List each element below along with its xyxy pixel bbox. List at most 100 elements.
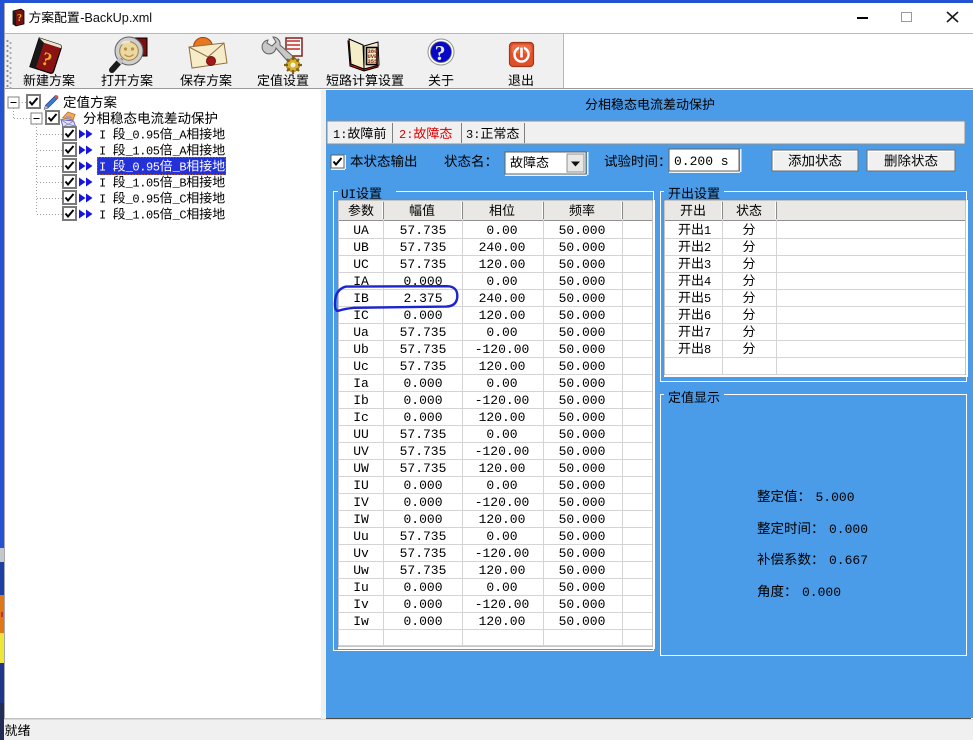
svg-text:50.000: 50.000 <box>559 342 606 357</box>
svg-text:Uv: Uv <box>353 546 369 561</box>
svg-text:0.000: 0.000 <box>404 597 443 612</box>
svg-text:_1.05: _1.05 <box>125 145 160 159</box>
svg-text:0.200 s: 0.200 s <box>674 154 729 169</box>
svg-text:57.735: 57.735 <box>400 461 447 476</box>
svg-text:UU: UU <box>353 427 369 442</box>
svg-text:50.000: 50.000 <box>559 580 606 595</box>
svg-text:0.00: 0.00 <box>486 376 517 391</box>
svg-text:Ic: Ic <box>353 410 369 425</box>
svg-text:0.000: 0.000 <box>404 580 443 595</box>
svg-text:57.735: 57.735 <box>400 529 447 544</box>
svg-text:50.000: 50.000 <box>559 461 606 476</box>
svg-text:50.000: 50.000 <box>559 223 606 238</box>
svg-text:50.000: 50.000 <box>559 257 606 272</box>
svg-text:3: 3 <box>704 258 711 272</box>
svg-text:7: 7 <box>704 326 711 340</box>
svg-text:240.00: 240.00 <box>479 291 526 306</box>
svg-text:IV: IV <box>353 495 369 510</box>
svg-text:-120.00: -120.00 <box>475 495 530 510</box>
svg-text:50.000: 50.000 <box>559 563 606 578</box>
svg-text:Iu: Iu <box>353 580 369 595</box>
svg-text:1:: 1: <box>333 128 347 142</box>
svg-text:_0.95: _0.95 <box>125 193 160 207</box>
svg-text:?: ? <box>435 41 446 65</box>
svg-text:Uw: Uw <box>353 563 369 578</box>
svg-text:120.00: 120.00 <box>479 614 526 629</box>
svg-text:-BackUp.xml: -BackUp.xml <box>80 11 152 25</box>
svg-text:5: 5 <box>704 292 711 306</box>
svg-text:0.000: 0.000 <box>802 585 841 600</box>
svg-text:-120.00: -120.00 <box>475 393 530 408</box>
svg-text:50.000: 50.000 <box>559 597 606 612</box>
svg-text:0.00: 0.00 <box>486 529 517 544</box>
svg-text:120.00: 120.00 <box>479 512 526 527</box>
svg-text:I: I <box>99 145 113 159</box>
svg-text:50.000: 50.000 <box>559 495 606 510</box>
svg-text:120.00: 120.00 <box>479 257 526 272</box>
svg-text:57.735: 57.735 <box>400 427 447 442</box>
svg-text:Ib: Ib <box>353 393 369 408</box>
svg-text:57.735: 57.735 <box>400 342 447 357</box>
svg-text:0.00: 0.00 <box>486 580 517 595</box>
svg-text:0.000: 0.000 <box>404 410 443 425</box>
svg-text:_A: _A <box>172 129 188 143</box>
svg-text:0.000: 0.000 <box>404 376 443 391</box>
svg-text:-120.00: -120.00 <box>475 546 530 561</box>
svg-text:57.735: 57.735 <box>400 325 447 340</box>
svg-text:I: I <box>99 129 113 143</box>
svg-text:50.000: 50.000 <box>559 512 606 527</box>
svg-text:2: 2 <box>704 241 711 255</box>
svg-text:UV: UV <box>353 444 369 459</box>
svg-text:57.735: 57.735 <box>400 359 447 374</box>
svg-text:50.000: 50.000 <box>559 291 606 306</box>
svg-text:355: 355 <box>368 58 379 65</box>
svg-text:Uc: Uc <box>353 359 369 374</box>
svg-text:I: I <box>99 161 113 175</box>
svg-text:2.375: 2.375 <box>404 291 443 306</box>
svg-text:0.00: 0.00 <box>486 274 517 289</box>
svg-text:57.735: 57.735 <box>400 546 447 561</box>
svg-text:2:: 2: <box>399 128 413 142</box>
svg-text:50.000: 50.000 <box>559 240 606 255</box>
svg-text:50.000: 50.000 <box>559 393 606 408</box>
svg-text:50.000: 50.000 <box>559 359 606 374</box>
svg-text:-120.00: -120.00 <box>475 444 530 459</box>
svg-text:Ub: Ub <box>353 342 369 357</box>
svg-text:Uu: Uu <box>353 529 369 544</box>
svg-text:5.000: 5.000 <box>816 490 855 505</box>
svg-text:_0.95: _0.95 <box>125 129 160 143</box>
svg-text:50.000: 50.000 <box>559 529 606 544</box>
svg-text:120.00: 120.00 <box>479 461 526 476</box>
svg-text:-120.00: -120.00 <box>475 597 530 612</box>
svg-text:_A: _A <box>172 145 188 159</box>
svg-text:IW: IW <box>353 512 369 527</box>
svg-text:IU: IU <box>353 478 369 493</box>
svg-text:IB: IB <box>353 291 369 306</box>
svg-text:57.735: 57.735 <box>400 240 447 255</box>
svg-text:57.735: 57.735 <box>400 257 447 272</box>
svg-text:-120.00: -120.00 <box>475 342 530 357</box>
svg-text:0.00: 0.00 <box>486 325 517 340</box>
svg-text:50.000: 50.000 <box>559 410 606 425</box>
svg-text:4: 4 <box>704 275 711 289</box>
svg-text:_1.05: _1.05 <box>125 209 160 223</box>
svg-text:240.00: 240.00 <box>479 240 526 255</box>
svg-text:I: I <box>99 177 113 191</box>
svg-text:IC: IC <box>353 308 369 323</box>
svg-text:UA: UA <box>353 223 369 238</box>
svg-text:0.00: 0.00 <box>486 478 517 493</box>
svg-text:1: 1 <box>704 224 711 238</box>
svg-text:Ua: Ua <box>353 325 369 340</box>
svg-text:50.000: 50.000 <box>559 308 606 323</box>
svg-text:0.000: 0.000 <box>404 308 443 323</box>
svg-text:_B: _B <box>172 177 187 191</box>
svg-text:120.00: 120.00 <box>479 308 526 323</box>
svg-text:50.000: 50.000 <box>559 427 606 442</box>
svg-text:50.000: 50.000 <box>559 546 606 561</box>
svg-text:0.000: 0.000 <box>404 393 443 408</box>
svg-text:8: 8 <box>704 343 711 357</box>
svg-text:50.000: 50.000 <box>559 478 606 493</box>
svg-text:UB: UB <box>353 240 369 255</box>
svg-text:Ia: Ia <box>353 376 369 391</box>
svg-text:0.000: 0.000 <box>404 614 443 629</box>
